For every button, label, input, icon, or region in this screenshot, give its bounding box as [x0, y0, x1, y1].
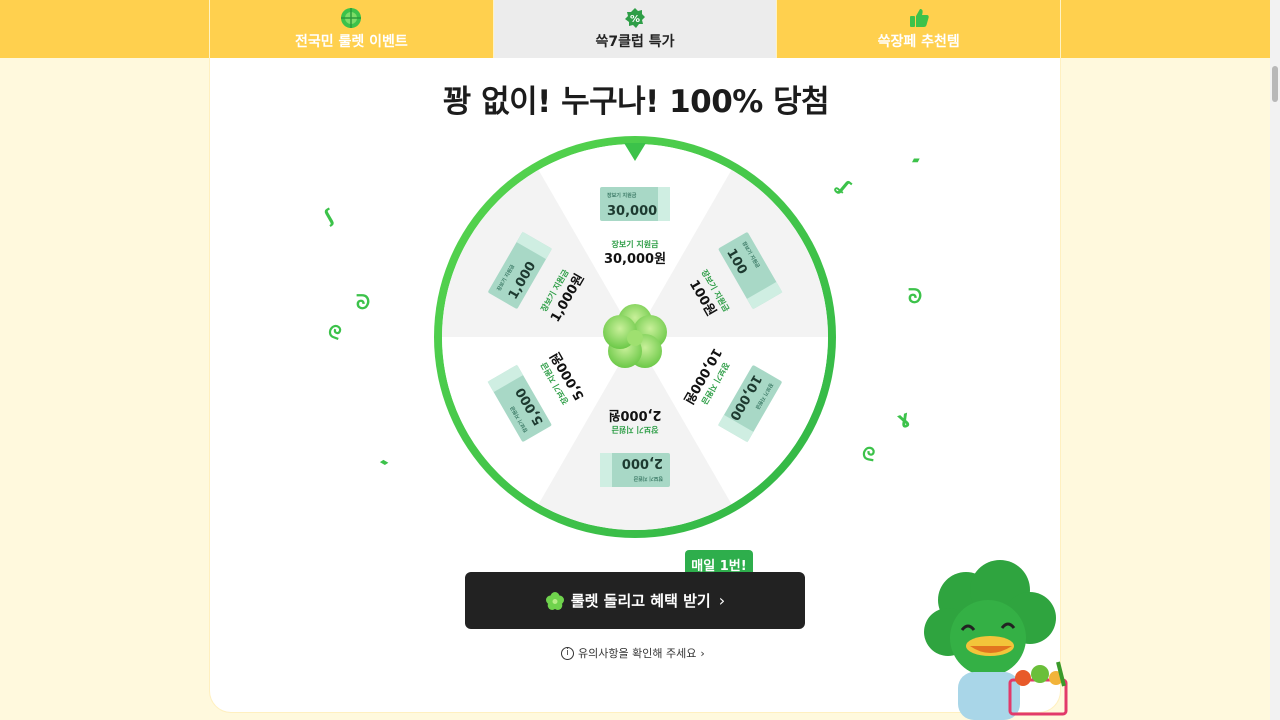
roulette-wheel-graphic: 장보기 지원금30,000장보기 지원금30,000원 장보기 지원금100장보기… — [434, 136, 836, 538]
spin-roulette-label: 룰렛 돌리고 혜택 받기 — [570, 592, 711, 610]
coupon-caption: 장보기 지원금 — [607, 192, 637, 199]
tab-recommended-items[interactable]: 쓱장페 추천템 — [776, 0, 1060, 58]
prize-caption: 장보기 지원금 — [611, 425, 659, 435]
percent-badge-icon: % — [625, 8, 645, 28]
info-icon: i — [561, 646, 574, 660]
prize-amount: 2,000원 — [608, 407, 661, 422]
thumbs-up-icon — [909, 9, 929, 27]
notice-link[interactable]: i 유의사항을 확인해 주세요 › — [561, 644, 705, 662]
clover-icon — [545, 591, 564, 610]
confetti-icon: ᘐ — [908, 284, 923, 308]
prize-amount: 30,000원 — [604, 252, 666, 267]
confetti-icon: ᘐ — [356, 290, 371, 314]
roulette-wheel[interactable]: 장보기 지원금 30,000 장보기 지원금 30,000원 장보기 지원금 100 장보기… — [431, 133, 839, 541]
prize-caption: 장보기 지원금 — [612, 239, 660, 249]
confetti-icon: ▰ — [912, 155, 920, 166]
tab-label: 전국민 룰렛 이벤트 — [294, 34, 408, 50]
page-title: 꽝 없이! 누구나! 100% 당첨 — [442, 84, 830, 120]
tab-ssg7-club-deal[interactable]: % 쓱7클럽 특가 — [492, 0, 777, 58]
coupon-caption: 장보기 지원금 — [633, 475, 663, 482]
tab-roulette-event[interactable]: 전국민 룰렛 이벤트 — [210, 0, 493, 58]
spin-roulette-button[interactable]: 룰렛 돌리고 혜택 받기 › — [465, 572, 805, 629]
notice-label: 유의사항을 확인해 주세요 — [578, 647, 697, 660]
roulette-icon — [341, 8, 362, 28]
tab-label: 쓱7클럽 특가 — [595, 34, 675, 50]
scrollbar-thumb[interactable] — [1272, 66, 1278, 102]
chevron-right-icon: › — [718, 591, 726, 610]
tab-bar: 전국민 룰렛 이벤트 % 쓱7클럽 특가 쓱장페 추천템 — [0, 0, 1270, 58]
coupon-amount: 2,000 — [622, 455, 663, 470]
tab-label: 쓱장페 추천템 — [877, 34, 960, 50]
confetti-icon: ᘓ — [860, 443, 877, 466]
svg-text:%: % — [630, 14, 640, 25]
clover-mascot-icon — [924, 560, 1068, 720]
coupon-amount: 30,000 — [607, 204, 657, 219]
chevron-right-icon: › — [700, 646, 705, 660]
page-scrollbar[interactable] — [1270, 0, 1280, 720]
tab-list: 전국민 룰렛 이벤트 % 쓱7클럽 특가 쓱장페 추천템 — [209, 0, 1061, 58]
